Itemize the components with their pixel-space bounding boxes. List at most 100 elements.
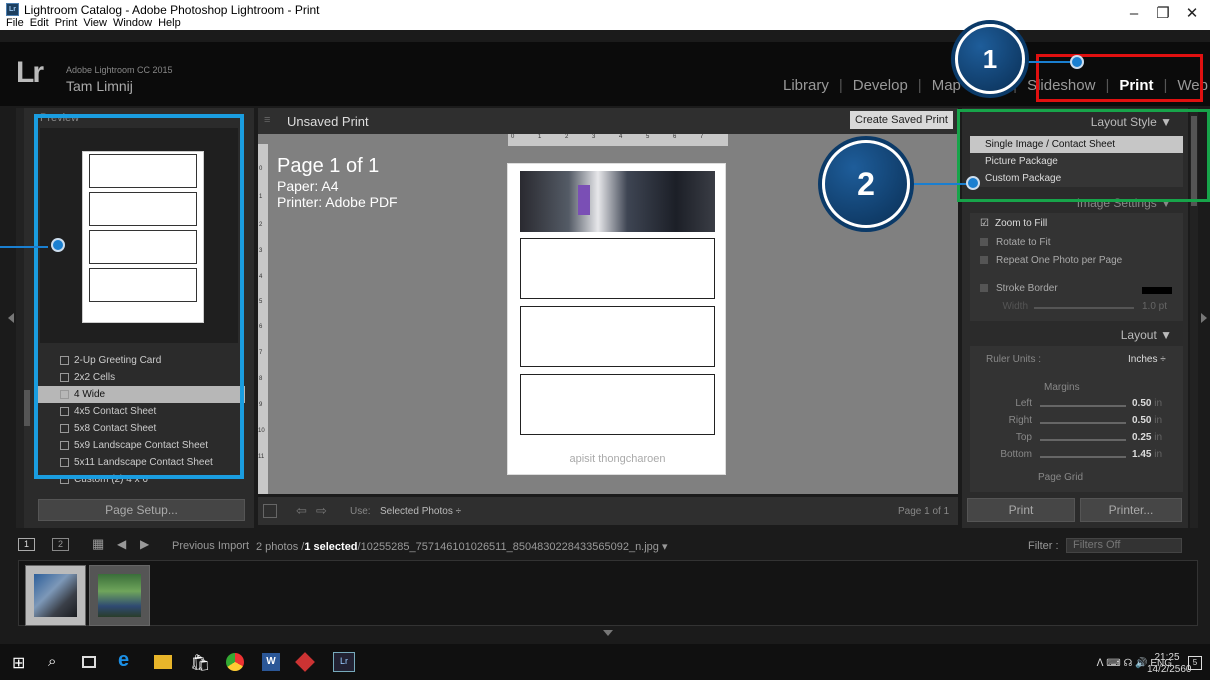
module-library[interactable]: Library — [773, 76, 839, 96]
ruler-tick-label: 1 — [538, 134, 542, 140]
menu-window[interactable]: Window — [113, 17, 152, 30]
checkbox-icon — [980, 256, 988, 265]
ruler-tick-label: 10 — [258, 428, 265, 434]
forward-arrow-icon[interactable]: ▶ — [140, 537, 149, 551]
layout-header[interactable]: Layout ▼ — [962, 328, 1188, 342]
photo-cell[interactable] — [520, 171, 715, 232]
menu-help[interactable]: Help — [158, 17, 181, 30]
clock[interactable]: 21:25 14/2/2560 — [1147, 652, 1192, 676]
close-button[interactable]: ✕ — [1180, 6, 1204, 22]
ruler-units-label: Ruler Units : — [986, 354, 1042, 365]
clock-time: 21:25 — [1154, 652, 1180, 663]
left-panel-toggle-icon[interactable] — [8, 313, 14, 323]
repeat-one-photo-checkbox[interactable]: Repeat One Photo per Page — [980, 252, 1122, 270]
margin-right-label: Right — [1008, 415, 1032, 426]
bottom-panel-toggle-icon[interactable] — [603, 630, 613, 636]
filmstrip-thumbnail-selected[interactable] — [25, 565, 86, 626]
page-grid-label: Page Grid — [1038, 472, 1084, 483]
thumbnail-image — [34, 574, 77, 617]
page-setup-button[interactable]: Page Setup... — [38, 499, 245, 521]
checkbox-label: Zoom to Fill — [994, 218, 1048, 229]
left-panel-edge — [16, 108, 24, 528]
margin-top-value: 0.25 in — [1132, 432, 1163, 443]
width-value: 1.0 pt — [1142, 301, 1168, 312]
menu-bar: File Edit Print View Window Help — [6, 17, 181, 30]
top-ruler: 0 1 2 3 4 5 6 7 — [508, 134, 728, 146]
app-diamond-icon[interactable] — [295, 652, 315, 672]
filmstrip-bar: 1 2 ▦ ◀ ▶ Previous Import 2 photos /1 se… — [0, 534, 1210, 558]
ruler-tick-label: 6 — [259, 324, 263, 330]
print-button[interactable]: Print — [967, 498, 1075, 522]
view-page1-button[interactable]: 1 — [18, 538, 35, 551]
layout-title: Layout — [1120, 328, 1157, 342]
filter-dropdown[interactable]: Filters Off — [1066, 538, 1182, 553]
ruler-tick-label: 0 — [259, 166, 263, 172]
thumbnail-image — [98, 574, 141, 617]
chrome-icon[interactable] — [226, 653, 244, 671]
restore-button[interactable]: ❐ — [1151, 6, 1175, 22]
empty-cell[interactable] — [520, 374, 715, 435]
create-saved-print-button[interactable]: Create Saved Print — [850, 111, 953, 129]
action-center-icon[interactable]: 5 — [1188, 656, 1202, 670]
empty-cell[interactable] — [520, 238, 715, 299]
filmstrip-thumbnail[interactable] — [89, 565, 150, 626]
ruler-tick-label: 1 — [259, 194, 263, 200]
title-bar: Lr Lightroom Catalog - Adobe Photoshop L… — [0, 0, 1210, 30]
width-slider[interactable] — [1034, 307, 1134, 309]
search-icon[interactable]: ⌕ — [48, 653, 66, 671]
menu-view[interactable]: View — [83, 17, 107, 30]
callout-marker-2 — [966, 176, 980, 190]
right-panel-toggle-icon[interactable] — [1201, 313, 1207, 323]
left-panel-scrollbar[interactable] — [24, 390, 30, 426]
lightroom-app-icon: Lr — [6, 3, 19, 16]
margin-top-label: Top — [1015, 432, 1032, 443]
user-name: Tam Limnij — [66, 78, 133, 94]
task-view-icon[interactable] — [82, 656, 96, 668]
ruler-units-dropdown[interactable]: Inches ÷ — [1128, 354, 1166, 365]
left-panel-highlight-box — [34, 114, 244, 479]
print-doc-icon: ≡ — [264, 114, 271, 126]
rotate-to-fit-checkbox[interactable]: Rotate to Fit — [980, 234, 1050, 252]
callout-badge-1: 1 — [955, 24, 1025, 94]
print-document-title: Unsaved Print — [287, 114, 369, 129]
lr-logo: Lr — [16, 56, 44, 89]
ruler-tick-label: 5 — [259, 299, 263, 305]
file-explorer-icon[interactable] — [154, 655, 172, 669]
next-page-icon[interactable]: ⇨ — [316, 503, 327, 519]
stroke-color-swatch[interactable] — [1142, 287, 1172, 294]
zoom-to-fill-checkbox[interactable]: ☑ Zoom to Fill — [980, 215, 1047, 233]
stroke-border-checkbox[interactable]: Stroke Border — [980, 280, 1058, 298]
back-arrow-icon[interactable]: ◀ — [117, 537, 126, 551]
margin-right-value: 0.50 in — [1132, 415, 1163, 426]
printer-name: Printer: Adobe PDF — [277, 194, 398, 210]
margins-label: Margins — [1044, 382, 1080, 393]
window-title: Lightroom Catalog - Adobe Photoshop Ligh… — [24, 3, 320, 17]
product-name: Adobe Lightroom CC 2015 — [66, 65, 173, 75]
empty-cell[interactable] — [520, 306, 715, 367]
printer-button[interactable]: Printer... — [1080, 498, 1182, 522]
filter-label: Filter : — [1028, 540, 1059, 552]
menu-file[interactable]: File — [6, 17, 24, 30]
checkbox-icon — [980, 238, 988, 247]
windows-start-icon[interactable]: ⊞ — [12, 653, 30, 672]
margin-top-slider[interactable] — [1040, 439, 1126, 441]
margin-bottom-slider[interactable] — [1040, 456, 1126, 458]
grid-view-icon[interactable]: ▦ — [92, 536, 104, 552]
view-page2-button[interactable]: 2 — [52, 538, 69, 551]
margin-left-slider[interactable] — [1040, 405, 1126, 407]
toolbar-square-icon[interactable] — [263, 504, 277, 518]
margin-right-slider[interactable] — [1040, 422, 1126, 424]
menu-edit[interactable]: Edit — [30, 17, 49, 30]
word-icon[interactable]: W — [262, 653, 280, 671]
previous-page-icon[interactable]: ⇦ — [296, 503, 307, 519]
minimize-button[interactable]: – — [1122, 6, 1146, 22]
use-dropdown[interactable]: Selected Photos ÷ — [380, 506, 461, 517]
lightroom-taskbar-icon[interactable]: Lr — [333, 652, 355, 672]
module-develop[interactable]: Develop — [843, 76, 918, 96]
ruler-tick-label: 8 — [259, 376, 263, 382]
menu-print[interactable]: Print — [55, 17, 78, 30]
print-page: apisit thongcharoen — [507, 163, 726, 475]
edge-browser-icon[interactable]: e — [118, 649, 136, 671]
filmstrip-source[interactable]: Previous Import — [172, 540, 249, 552]
store-icon[interactable]: 🛍 — [190, 653, 210, 672]
